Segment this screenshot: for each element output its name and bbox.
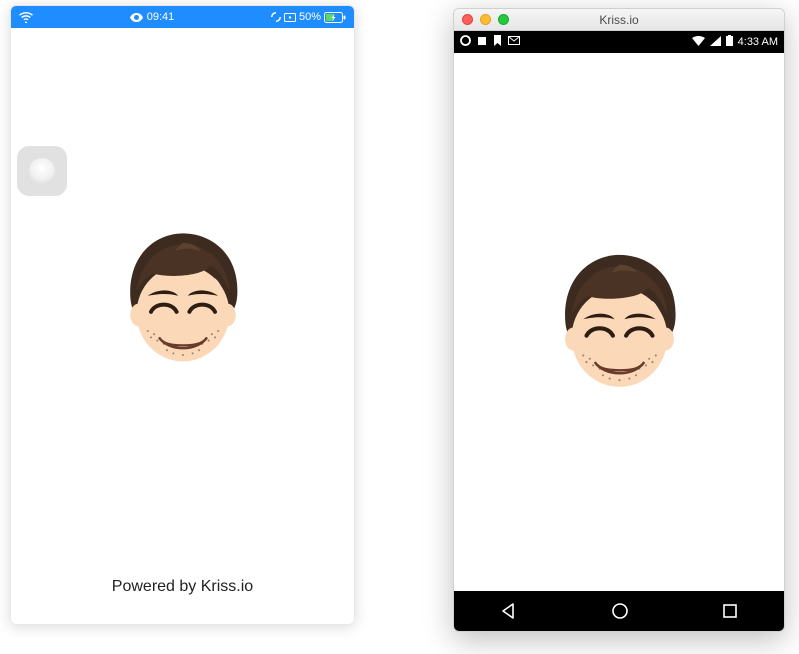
battery-icon: [324, 12, 346, 23]
wifi-icon: [692, 36, 705, 49]
screen-cast-icon: [284, 13, 296, 22]
android-splash-body: [454, 53, 784, 591]
android-nav-bar: [454, 591, 784, 631]
ios-splash-body: Powered by Kriss.io: [11, 28, 354, 624]
assistive-touch-button[interactable]: [17, 146, 67, 196]
ios-device-frame: 09:41 50%: [10, 5, 355, 625]
nav-home-button[interactable]: [610, 601, 630, 621]
mac-window: Kriss.io: [453, 8, 785, 632]
ios-status-time: 09:41: [147, 11, 175, 23]
mac-titlebar[interactable]: Kriss.io: [454, 9, 784, 31]
android-status-bar: 4:33 AM: [454, 31, 784, 53]
signal-icon: [710, 36, 721, 49]
nav-recent-button[interactable]: [721, 602, 739, 620]
battery-icon: [726, 35, 733, 49]
square-icon: [477, 36, 487, 49]
bookmark-icon: [493, 35, 502, 49]
splash-logo-avatar: [103, 219, 263, 379]
nav-back-button[interactable]: [499, 601, 519, 621]
mail-icon: [508, 36, 520, 48]
circle-icon: [460, 35, 471, 49]
ios-status-bar: 09:41 50%: [11, 6, 354, 28]
android-device-frame: 4:33 AM: [454, 31, 784, 631]
eye-icon: [130, 13, 143, 22]
wifi-icon: [19, 12, 33, 23]
android-status-time: 4:33 AM: [738, 36, 778, 48]
powered-by-label: Powered by Kriss.io: [11, 570, 354, 624]
ios-battery-percent: 50%: [299, 11, 321, 23]
window-title: Kriss.io: [454, 13, 784, 27]
sync-icon: [271, 12, 281, 22]
splash-logo-avatar: [537, 240, 702, 405]
